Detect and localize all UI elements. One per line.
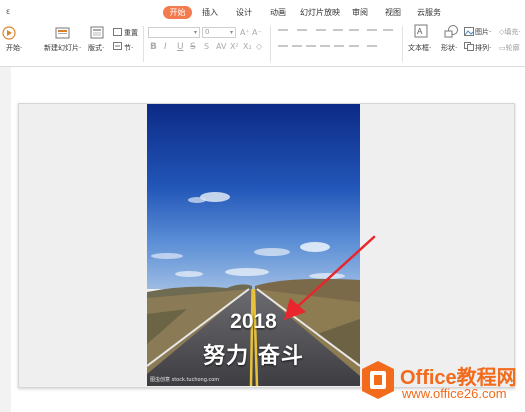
annotation-arrow-icon (284, 235, 376, 320)
site-watermark: Office教程网 www.office26.com (360, 358, 525, 408)
site-domain: www.office26.com (402, 386, 507, 401)
office-logo-icon (362, 361, 394, 399)
